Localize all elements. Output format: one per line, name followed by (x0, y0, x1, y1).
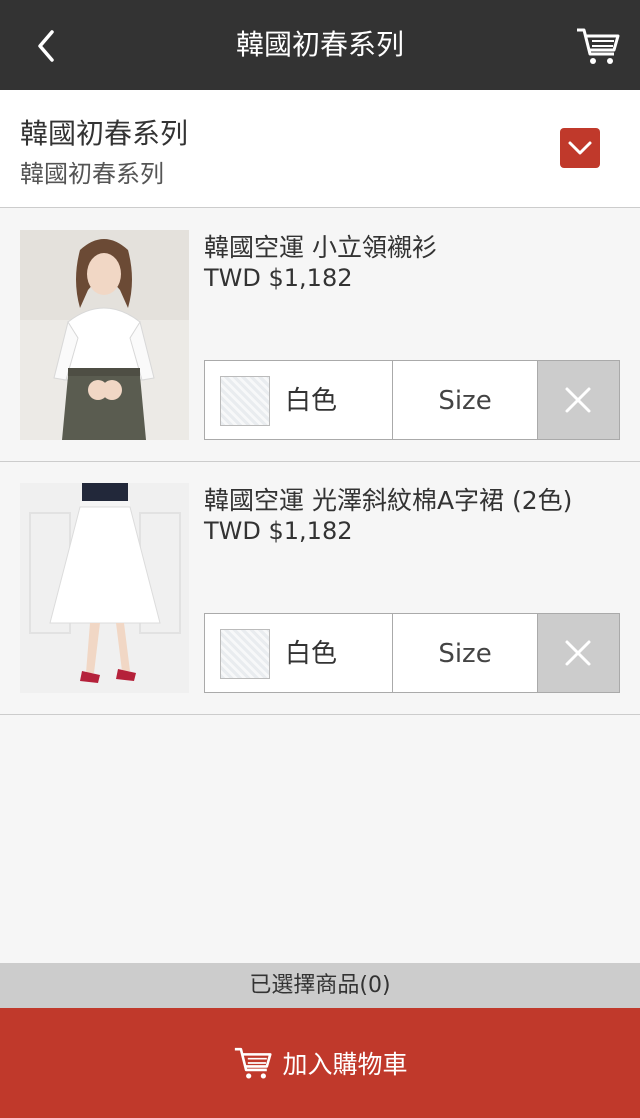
color-label: 白色 (285, 639, 338, 669)
size-selector[interactable]: Size (393, 613, 538, 693)
cart-button[interactable] (574, 22, 622, 70)
product-image[interactable] (20, 483, 189, 693)
color-label: 白色 (285, 386, 338, 416)
product-name: 韓國空運 光澤斜紋棉A字裙 (2色) (204, 486, 573, 515)
shopping-cart-icon (577, 28, 620, 64)
page-title: 韓國初春系列 (235, 28, 404, 61)
color-selector[interactable]: 白色 (204, 360, 393, 440)
series-header: 韓國初春系列 韓國初春系列 (0, 90, 640, 208)
product-image[interactable] (20, 230, 189, 440)
product-options: 白色 Size (204, 613, 620, 693)
close-icon (565, 640, 591, 666)
remove-button[interactable] (538, 613, 620, 693)
top-bar: 韓國初春系列 (0, 0, 640, 90)
remove-button[interactable] (538, 360, 620, 440)
product-price: TWD $1,182 (204, 264, 353, 292)
size-selector[interactable]: Size (393, 360, 538, 440)
chevron-down-icon (568, 141, 592, 155)
product-item: 韓國空運 光澤斜紋棉A字裙 (2色) TWD $1,182 白色 Size (0, 463, 640, 715)
add-to-cart-button[interactable]: 加入購物車 (0, 1008, 640, 1118)
add-to-cart-label: 加入購物車 (282, 1050, 408, 1079)
product-item: 韓國空運 小立領襯衫 TWD $1,182 白色 Size (0, 210, 640, 462)
series-title: 韓國初春系列 (20, 117, 189, 150)
expand-button[interactable] (560, 128, 600, 168)
product-name: 韓國空運 小立領襯衫 (204, 233, 437, 262)
selected-count-bar: 已選擇商品(0) (0, 963, 640, 1008)
color-selector[interactable]: 白色 (204, 613, 393, 693)
product-options: 白色 Size (204, 360, 620, 440)
color-swatch (220, 629, 270, 679)
series-subtitle: 韓國初春系列 (20, 160, 164, 188)
close-icon (565, 387, 591, 413)
product-price: TWD $1,182 (204, 517, 353, 545)
color-swatch (220, 376, 270, 426)
shopping-cart-icon (235, 1047, 273, 1079)
